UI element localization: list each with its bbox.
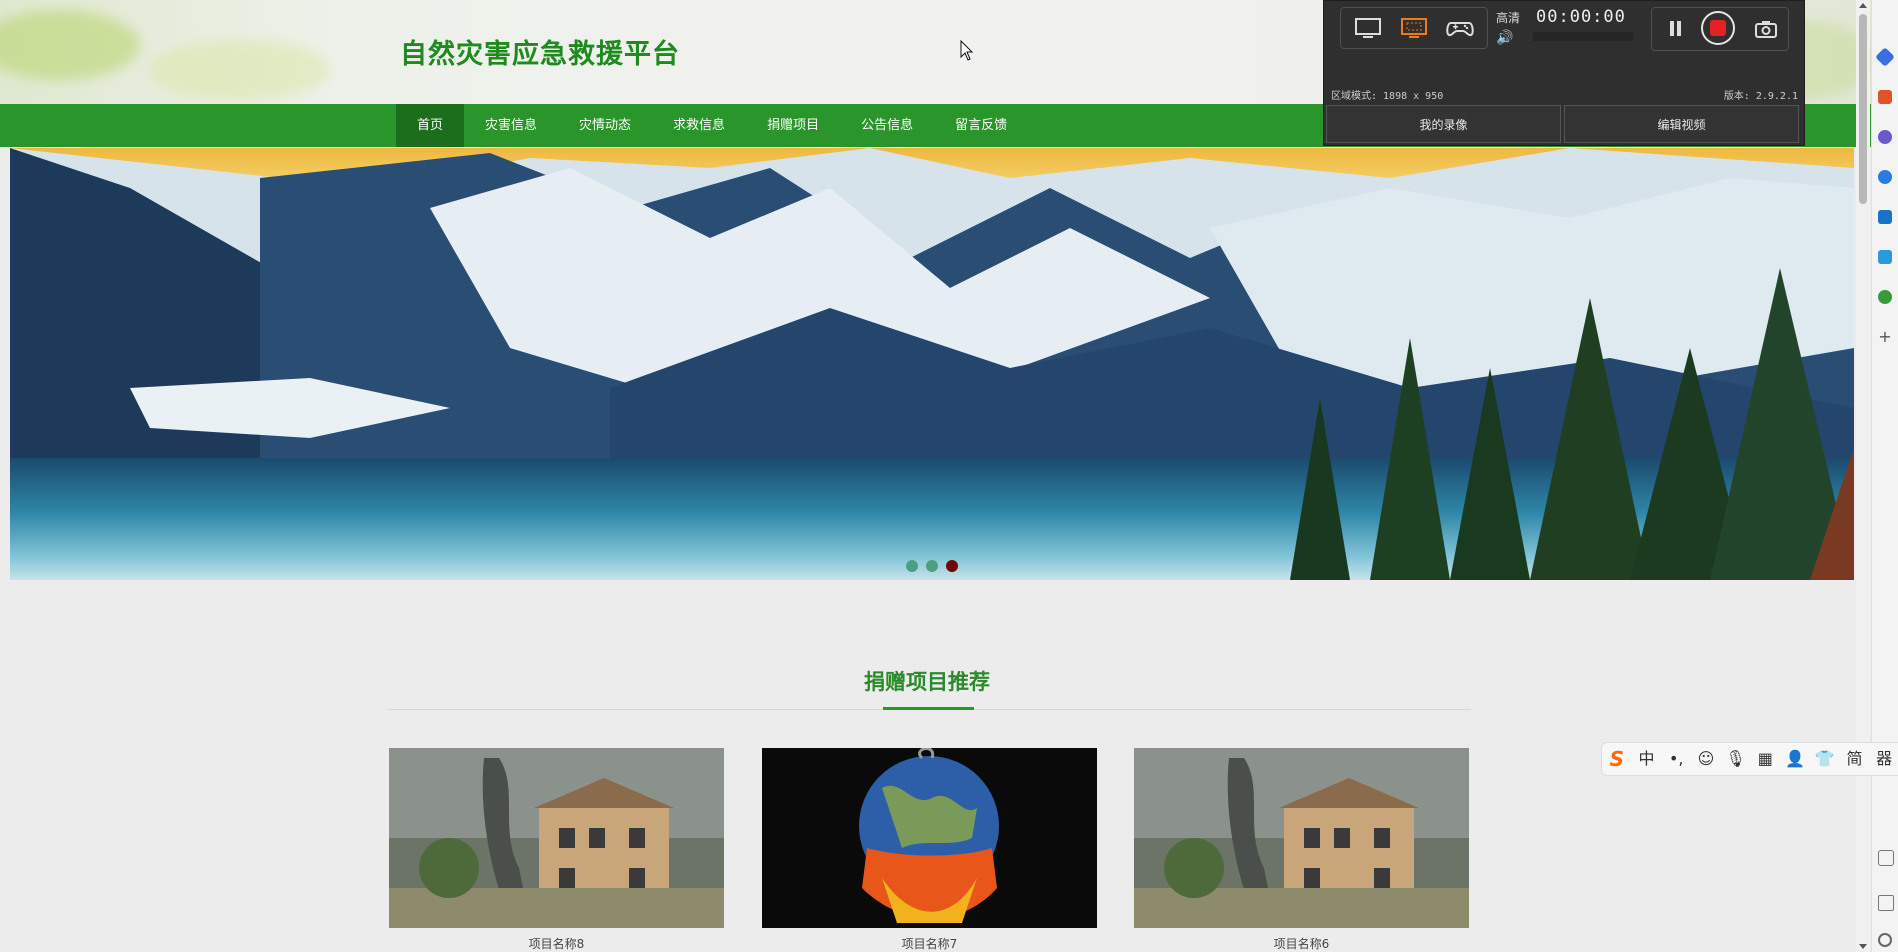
edit-video-button[interactable]: 编辑视频 <box>1564 105 1799 143</box>
shield-icon[interactable] <box>1875 47 1895 67</box>
recorder-timer: 00:00:00 <box>1536 7 1626 27</box>
project-card[interactable]: 项目名称6 <box>1134 748 1469 952</box>
carousel-dot-2[interactable] <box>926 560 938 572</box>
browser-side-panel: + <box>1871 0 1898 952</box>
briefcase-icon[interactable] <box>1878 90 1892 104</box>
outlook-icon[interactable] <box>1878 210 1892 224</box>
ime-chinese-mode[interactable]: 中 <box>1632 743 1662 775</box>
ime-punctuation-icon[interactable]: •, <box>1661 743 1691 775</box>
ime-skin-icon[interactable]: 👕 <box>1810 743 1840 775</box>
ime-toolbar: S 中 •, ☺ 🎙 ▦ 👤 👕 简 器 <box>1601 742 1898 776</box>
tree-icon[interactable] <box>1878 290 1892 304</box>
recorder-quality-label[interactable]: 高清 <box>1496 9 1520 26</box>
ime-simplified-toggle[interactable]: 简 <box>1840 743 1870 775</box>
ring-icon[interactable] <box>1878 170 1892 184</box>
nav-item-donation-projects[interactable]: 捐赠项目 <box>746 104 840 147</box>
ime-toolbox-icon[interactable]: 器 <box>1869 743 1898 775</box>
carousel-dots <box>10 560 1854 572</box>
recorder-area-mode: 区域模式: 1898 x 950 <box>1331 91 1444 102</box>
section-title: 捐赠项目推荐 <box>864 670 990 694</box>
section-title-underline <box>883 707 974 710</box>
my-recordings-button[interactable]: 我的录像 <box>1326 105 1561 143</box>
ime-emoji-icon[interactable]: ☺ <box>1691 743 1721 775</box>
nav-item-home[interactable]: 首页 <box>396 104 465 147</box>
site-title: 自然灾害应急救援平台 <box>400 39 680 70</box>
screen-recorder-panel: 高清 🔊 00:00:00 区域模式: 1898 x 950 版本: 2.9.2… <box>1323 0 1805 146</box>
scroll-up-arrow-icon[interactable] <box>1859 3 1867 8</box>
gear-icon[interactable] <box>1878 933 1892 947</box>
nav-item-disaster-news[interactable]: 灾情动态 <box>558 104 652 147</box>
external-link-icon[interactable] <box>1878 895 1894 911</box>
project-image-tornado-house[interactable] <box>1134 748 1469 928</box>
pause-icon[interactable] <box>1666 19 1686 39</box>
recorder-level-bar <box>1533 32 1633 41</box>
sogou-logo-icon[interactable]: S <box>1602 743 1632 775</box>
screenshot-icon[interactable] <box>1878 850 1894 866</box>
scroll-down-arrow-icon[interactable] <box>1859 944 1867 949</box>
ime-user-icon[interactable]: 👤 <box>1780 743 1810 775</box>
project-name[interactable]: 项目名称8 <box>389 935 724 952</box>
project-name[interactable]: 项目名称7 <box>762 935 1097 952</box>
page-scrollbar[interactable] <box>1856 0 1870 952</box>
recorder-version: 版本: 2.9.2.1 <box>1723 91 1798 102</box>
camera-icon[interactable] <box>1754 19 1778 39</box>
header-leaf-decoration <box>0 10 140 80</box>
project-card[interactable]: 项目名称8 <box>389 748 724 952</box>
stop-record-button[interactable] <box>1701 11 1735 45</box>
user-icon[interactable] <box>1878 130 1892 144</box>
nav-item-feedback[interactable]: 留言反馈 <box>934 104 1028 147</box>
hero-mountain-image <box>10 148 1854 580</box>
nav-list: 首页 灾害信息 灾情动态 求救信息 捐赠项目 公告信息 留言反馈 <box>396 104 1028 147</box>
hero-carousel[interactable] <box>10 148 1854 580</box>
project-name[interactable]: 项目名称6 <box>1134 935 1469 952</box>
project-image-burning-earth[interactable] <box>762 748 1097 928</box>
nav-item-announcements[interactable]: 公告信息 <box>840 104 934 147</box>
project-image-tornado-house[interactable] <box>389 748 724 928</box>
carousel-dot-1[interactable] <box>906 560 918 572</box>
send-icon[interactable] <box>1878 250 1892 264</box>
ime-microphone-icon[interactable]: 🎙 <box>1721 743 1751 775</box>
mouse-cursor-icon <box>960 40 974 61</box>
region-capture-icon[interactable] <box>1399 16 1429 40</box>
gamepad-icon[interactable] <box>1445 16 1475 40</box>
project-card[interactable]: 项目名称7 <box>762 748 1097 952</box>
header-leaf-decoration <box>150 40 330 100</box>
add-icon[interactable]: + <box>1878 329 1892 345</box>
recorder-controls <box>1651 7 1789 51</box>
carousel-dot-3[interactable] <box>946 560 958 572</box>
nav-item-disaster-info[interactable]: 灾害信息 <box>464 104 558 147</box>
monitor-icon[interactable] <box>1353 16 1383 40</box>
ime-keyboard-icon[interactable]: ▦ <box>1751 743 1781 775</box>
recorder-mode-group <box>1340 7 1488 49</box>
volume-icon[interactable]: 🔊 <box>1496 30 1513 46</box>
scrollbar-thumb[interactable] <box>1859 14 1867 204</box>
nav-item-help-requests[interactable]: 求救信息 <box>652 104 746 147</box>
